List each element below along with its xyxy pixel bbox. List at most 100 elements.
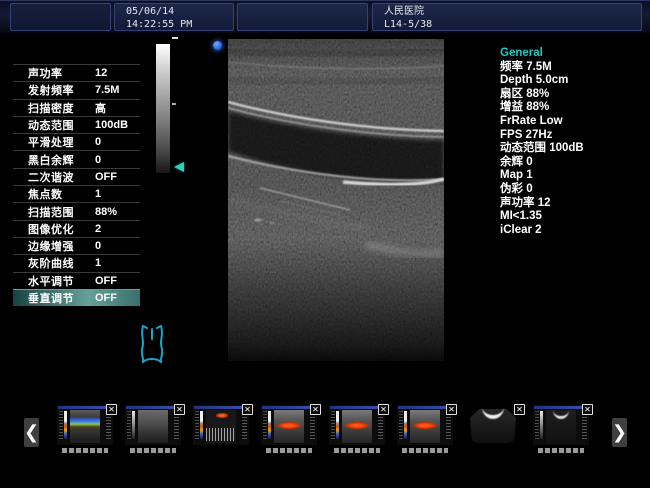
info-frame-rate: FrRate Low xyxy=(500,115,650,129)
thumbnail-close-button[interactable]: ✕ xyxy=(174,404,185,415)
tgc-cursor-icon[interactable] xyxy=(174,162,184,172)
thumbnail-right-text xyxy=(378,411,383,441)
hospital-name: 人民医院 xyxy=(384,5,641,18)
param-row-dynamic-range[interactable]: 动态范围100dB xyxy=(13,116,140,133)
thumbnail-right-text xyxy=(582,411,587,441)
thumbnail-right-text xyxy=(174,411,179,441)
param-row-gray-curve[interactable]: 灰阶曲线1 xyxy=(13,254,140,271)
info-gain: 增益 88% xyxy=(500,101,650,115)
grayscale-tick-top xyxy=(172,37,178,39)
thumbnail-topbar xyxy=(398,406,452,409)
thumbnail-close-button[interactable]: ✕ xyxy=(106,404,117,415)
info-iclear: iClear 2 xyxy=(500,224,650,238)
info-depth: Depth 5.0cm xyxy=(500,74,650,88)
thumbnail-close-button[interactable]: ✕ xyxy=(242,404,253,415)
thumbnail-preview xyxy=(57,405,113,445)
ultrasound-image-canvas xyxy=(228,39,444,361)
time-text: 14:22:55 PM xyxy=(126,18,233,31)
thumbnail-left-text xyxy=(127,411,131,441)
thumbnail-topbar xyxy=(330,406,384,409)
thumbnail-filmstrip xyxy=(130,448,176,453)
thumbnail-left-text xyxy=(399,411,403,441)
thumbnail-left-text xyxy=(59,411,63,441)
top-bar: 05/06/14 14:22:55 PM 人民医院 L14-5/38 xyxy=(0,0,650,33)
thumbnail-preview xyxy=(329,405,385,445)
panel-title: General xyxy=(500,47,650,61)
param-row-smoothing[interactable]: 平滑处理0 xyxy=(13,133,140,150)
info-pseudo-color: 伪彩 0 xyxy=(500,183,650,197)
thumbnail-image-area xyxy=(70,410,100,443)
thumbnail[interactable]: ✕ xyxy=(465,405,521,453)
thumbnail-topbar xyxy=(58,406,112,409)
thumbnail-filmstrip xyxy=(402,448,448,453)
thumbnail[interactable]: ✕ xyxy=(125,405,181,453)
param-row-acoustic-power[interactable]: 声功率12 xyxy=(13,64,140,81)
thumbnail-left-text xyxy=(195,411,199,441)
param-row-focus-number[interactable]: 焦点数1 xyxy=(13,185,140,202)
thumbnail-grayscale-bar xyxy=(404,411,407,439)
param-row-persistence[interactable]: 黑白余辉0 xyxy=(13,150,140,167)
parameter-sidebar: 声功率12 发射频率7.5M 扫描密度高 动态范围100dB 平滑处理0 黑白余… xyxy=(13,64,140,306)
thumbnail-image-area xyxy=(274,410,304,443)
thumbnail-image-area xyxy=(342,410,372,443)
thumbnail-grayscale-bar xyxy=(540,411,543,439)
thumbnail-close-button[interactable]: ✕ xyxy=(446,404,457,415)
thumbnail-image-area xyxy=(138,410,168,443)
thumbnail-image-area xyxy=(410,410,440,443)
thumbnail-preview xyxy=(125,405,181,445)
thumbnail-filmstrip xyxy=(334,448,380,453)
exam-info-box-empty xyxy=(237,3,368,31)
thumbnail-left-text xyxy=(263,411,267,441)
info-dynamic-range: 动态范围 100dB xyxy=(500,142,650,156)
thumbnail-image-area xyxy=(546,410,576,443)
thumbnail-strip: ❮ ✕ ✕ ✕ xyxy=(0,402,650,464)
ultrasound-app-screen: 05/06/14 14:22:55 PM 人民医院 L14-5/38 声功率12… xyxy=(0,0,650,488)
body-marker-icon xyxy=(137,322,167,364)
thumbnail-close-button[interactable]: ✕ xyxy=(514,404,525,415)
param-row-image-optimize[interactable]: 图像优化2 xyxy=(13,220,140,237)
thumbnail[interactable]: ✕ xyxy=(261,405,317,453)
thumbnail-right-text xyxy=(310,411,315,441)
param-row-tx-frequency[interactable]: 发射频率7.5M xyxy=(13,81,140,98)
thumbnail-close-button[interactable]: ✕ xyxy=(310,404,321,415)
datetime-box: 05/06/14 14:22:55 PM xyxy=(114,3,234,31)
param-row-scan-range[interactable]: 扫描范围88% xyxy=(13,202,140,219)
prev-page-button[interactable]: ❮ xyxy=(24,418,39,447)
grayscale-map-bar xyxy=(156,44,170,173)
thumbnail[interactable]: ✕ xyxy=(329,405,385,453)
thumbnail-close-button[interactable]: ✕ xyxy=(378,404,389,415)
thumbnail-preview xyxy=(261,405,317,445)
status-box-empty xyxy=(10,3,111,31)
thumbnail-topbar xyxy=(262,406,316,409)
probe-orientation-marker-icon xyxy=(213,41,222,50)
thumbnail-topbar xyxy=(126,406,180,409)
param-row-horizontal-adjust[interactable]: 水平调节OFF xyxy=(13,272,140,289)
info-frequency: 频率 7.5M xyxy=(500,61,650,75)
param-row-vertical-adjust-selected[interactable]: 垂直调节OFF xyxy=(13,289,140,306)
thumbnail[interactable]: ✕ xyxy=(57,405,113,453)
thumbnail-right-text xyxy=(446,411,451,441)
thumbnail-filmstrip xyxy=(266,448,312,453)
info-fps: FPS 27Hz xyxy=(500,129,650,143)
thumbnail[interactable]: ✕ xyxy=(397,405,453,453)
thumbnail-filmstrip xyxy=(62,448,108,453)
thumbnail-grayscale-bar xyxy=(132,411,135,439)
thumbnail-topbar xyxy=(534,406,588,409)
next-page-button[interactable]: ❯ xyxy=(612,418,627,447)
hospital-probe-box: 人民医院 L14-5/38 xyxy=(372,3,642,31)
param-row-scan-density[interactable]: 扫描密度高 xyxy=(13,99,140,116)
thumbnail-grayscale-bar xyxy=(200,411,203,439)
thumbnail-preview xyxy=(533,405,589,445)
thumbnail[interactable]: ✕ xyxy=(193,405,249,453)
thumbnail-right-text xyxy=(106,411,111,441)
thumbnail-close-button[interactable]: ✕ xyxy=(582,404,593,415)
thumbnail-left-text xyxy=(535,411,539,441)
thumbnail-preview xyxy=(397,405,453,445)
info-acoustic-power: 声功率 12 xyxy=(500,197,650,211)
ultrasound-image xyxy=(228,39,444,361)
thumbnail-grayscale-bar xyxy=(336,411,339,439)
param-row-edge-enhance[interactable]: 边缘增强0 xyxy=(13,237,140,254)
info-mechanical-index: MI<1.35 xyxy=(500,210,650,224)
param-row-harmonic[interactable]: 二次谐波OFF xyxy=(13,168,140,185)
thumbnail[interactable]: ✕ xyxy=(533,405,589,453)
